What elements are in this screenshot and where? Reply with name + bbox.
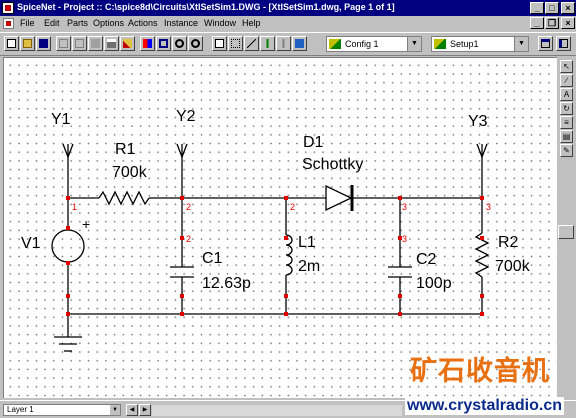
scroll-right-icon[interactable]: ▶	[139, 404, 151, 416]
probe-y3-symbol	[476, 143, 488, 198]
l1-value[interactable]: 2m	[298, 259, 320, 275]
zoom-out-icon[interactable]	[188, 36, 203, 51]
d1-triangle	[325, 184, 353, 212]
config-icon	[329, 39, 341, 49]
new-icon[interactable]	[4, 36, 19, 51]
config-value: Config 1	[345, 39, 379, 49]
chevron-down-icon[interactable]: ▼	[514, 37, 528, 51]
mdi-close-button[interactable]: ×	[561, 17, 575, 29]
horizontal-scrollbar[interactable]	[152, 405, 402, 416]
node-label: 3	[402, 202, 408, 212]
split-vertical-icon[interactable]	[556, 36, 571, 51]
save-icon[interactable]	[36, 36, 51, 51]
setup-value: Setup1	[450, 39, 479, 49]
scroll-left-icon[interactable]: ◀	[126, 404, 138, 416]
grid-icon[interactable]	[228, 36, 243, 51]
vertical-scroll-thumb[interactable]	[558, 225, 574, 239]
zoom-fit-icon[interactable]	[156, 36, 171, 51]
mdi-restore-button[interactable]: ❐	[545, 17, 559, 29]
title-bar: SpiceNet - Project :: C:\spice8d\Circuit…	[0, 0, 576, 16]
document-icon[interactable]	[3, 18, 14, 29]
c1-value[interactable]: 12.63p	[202, 276, 251, 292]
node-label: 1	[72, 202, 78, 212]
select-arrow-icon[interactable]: ↖	[560, 60, 573, 73]
v1-circle	[51, 229, 85, 263]
d1-name[interactable]: D1	[303, 135, 323, 151]
r2-value[interactable]: 700k	[495, 259, 530, 275]
r2-name[interactable]: R2	[498, 235, 518, 251]
text-icon[interactable]: A	[560, 88, 573, 101]
menu-file[interactable]: File	[20, 18, 35, 28]
menu-window[interactable]: Window	[204, 18, 236, 28]
print-icon[interactable]	[104, 36, 119, 51]
app-icon[interactable]	[2, 2, 14, 14]
menu-bar: File Edit Parts Options Actions Instance…	[0, 16, 576, 31]
watermark-chinese: 矿石收音机	[410, 356, 550, 387]
config-select[interactable]: Config 1 ▼	[326, 36, 422, 52]
color-icon[interactable]	[140, 36, 155, 51]
menu-help[interactable]: Help	[242, 18, 261, 28]
node-label: 3	[486, 202, 492, 212]
pencil-icon[interactable]	[120, 36, 135, 51]
list-icon[interactable]: ≡	[560, 116, 573, 129]
page-icon[interactable]	[212, 36, 227, 51]
node-label: 2	[186, 234, 192, 244]
r1-zigzag	[98, 190, 150, 206]
copy-icon[interactable]	[72, 36, 87, 51]
c2-value[interactable]: 100p	[416, 276, 452, 292]
layer-select[interactable]: Layer 1 ▼	[3, 404, 121, 416]
zoom-in-icon[interactable]	[172, 36, 187, 51]
l1-name[interactable]: L1	[298, 235, 316, 251]
watermark-url: www.crystalradio.cn	[405, 397, 565, 415]
draw-line-icon[interactable]: ∕	[560, 74, 573, 87]
properties-icon[interactable]: ▤	[560, 130, 573, 143]
pen-icon[interactable]: ✎	[560, 144, 573, 157]
open-icon[interactable]	[20, 36, 35, 51]
split-horizontal-icon[interactable]	[538, 36, 553, 51]
menu-actions[interactable]: Actions	[128, 18, 158, 28]
rotate-icon[interactable]: ↻	[560, 102, 573, 115]
toolbar: Config 1 ▼ Setup1 ▼	[0, 32, 576, 56]
minimize-button[interactable]: _	[530, 2, 544, 14]
probe-y1-label[interactable]: Y1	[51, 112, 71, 128]
node-label: 2	[186, 202, 192, 212]
junction-icon[interactable]	[276, 36, 291, 51]
mdi-minimize-button[interactable]: _	[530, 17, 544, 29]
l1-coil	[285, 234, 293, 276]
menu-instance[interactable]: Instance	[164, 18, 198, 28]
menu-options[interactable]: Options	[93, 18, 124, 28]
chevron-down-icon[interactable]: ▼	[110, 405, 120, 415]
node-label: 3	[402, 234, 408, 244]
d1-value[interactable]: Schottky	[302, 157, 363, 173]
r1-name[interactable]: R1	[115, 142, 135, 158]
close-button[interactable]: ×	[561, 2, 575, 14]
v1-name[interactable]: V1	[21, 236, 41, 252]
cut-icon[interactable]	[56, 36, 71, 51]
r1-value[interactable]: 700k	[112, 165, 147, 181]
menu-edit[interactable]: Edit	[44, 18, 60, 28]
setup-icon	[434, 39, 446, 49]
chevron-down-icon[interactable]: ▼	[407, 37, 421, 51]
wire-icon[interactable]	[260, 36, 275, 51]
probe-y3-label[interactable]: Y3	[468, 114, 488, 130]
menu-parts[interactable]: Parts	[67, 18, 88, 28]
v1-polarity: +	[82, 216, 91, 232]
setup-select[interactable]: Setup1 ▼	[431, 36, 529, 52]
probe-icon[interactable]	[244, 36, 259, 51]
probe-y1-symbol	[62, 143, 74, 198]
window-title: SpiceNet - Project :: C:\spice8d\Circuit…	[17, 2, 395, 12]
paste-icon[interactable]	[88, 36, 103, 51]
maximize-button[interactable]: □	[545, 2, 559, 14]
c2-name[interactable]: C2	[416, 252, 436, 268]
probe-y2-label[interactable]: Y2	[176, 109, 196, 125]
schematic-canvas[interactable]: Y1 Y2 Y3 R1 700k D1 Schottky V1 + C1 12.…	[3, 57, 557, 398]
c1-name[interactable]: C1	[202, 251, 222, 267]
network-icon[interactable]	[292, 36, 307, 51]
layer-value: Layer 1	[7, 405, 34, 414]
probe-y2-symbol	[176, 143, 188, 198]
node-label: 2	[290, 202, 296, 212]
